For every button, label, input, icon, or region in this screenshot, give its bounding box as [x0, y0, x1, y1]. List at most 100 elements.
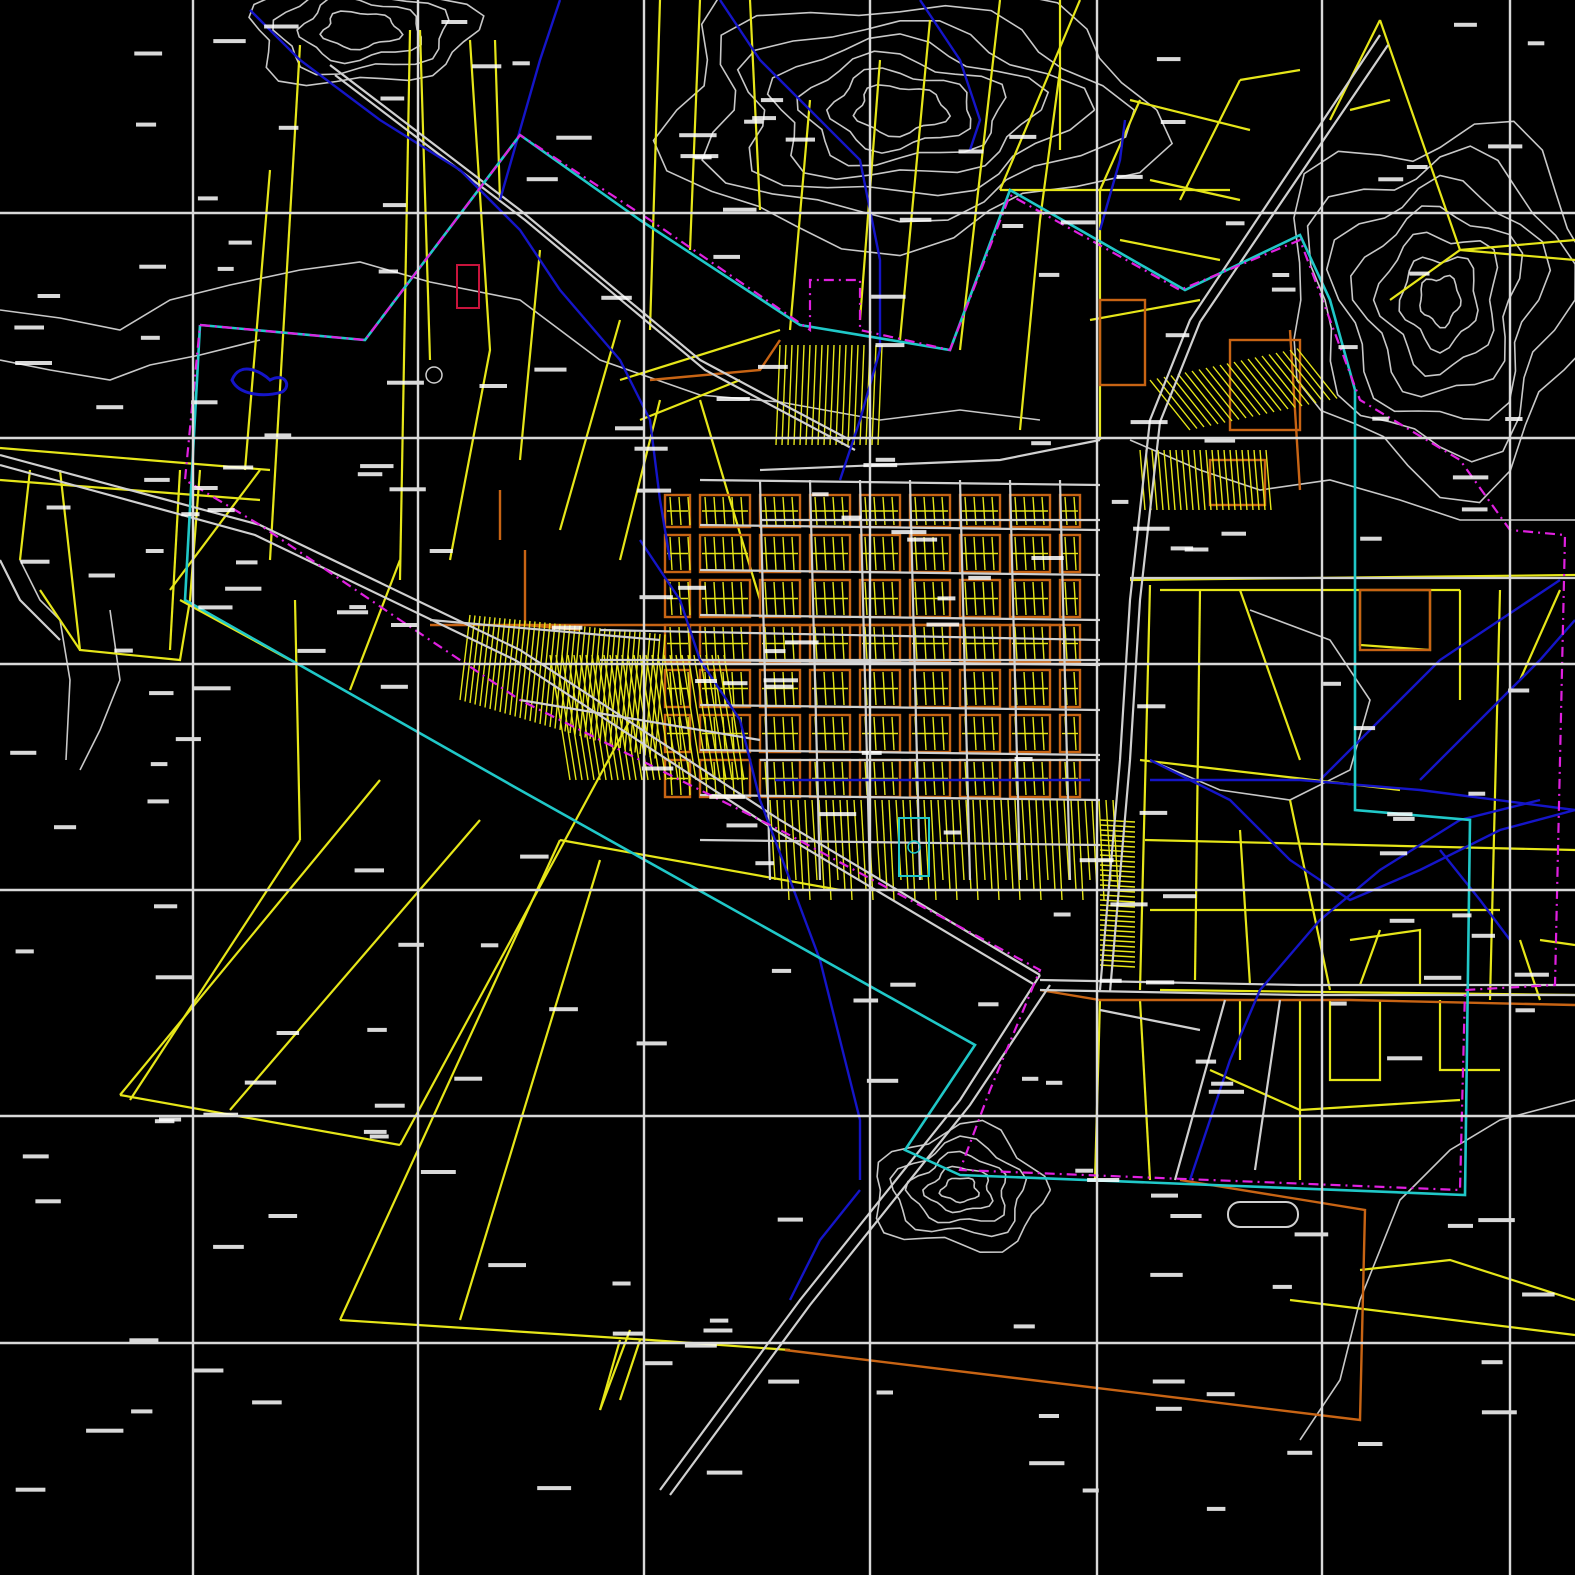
lot-line	[1247, 358, 1289, 410]
parcel-boundary	[898, 19, 932, 341]
parcel-label-mark	[1031, 556, 1064, 560]
parcel-label-mark	[978, 1002, 999, 1007]
lot-line	[711, 654, 733, 781]
parcel-label-mark	[1323, 681, 1341, 686]
lot-line	[1199, 449, 1206, 511]
parcel-label-mark	[549, 1007, 578, 1012]
lot-line	[539, 622, 551, 725]
contour-line	[1419, 274, 1462, 329]
lot-line	[561, 654, 583, 781]
lot-line	[1187, 449, 1194, 511]
lot-line	[847, 344, 853, 446]
parcel-label-mark	[644, 1361, 673, 1366]
lot-line	[1184, 372, 1226, 423]
lot-line	[1099, 829, 1136, 833]
parcel-label-mark	[758, 364, 788, 369]
parcel-label-mark	[1481, 1410, 1517, 1415]
lot-line	[793, 344, 799, 446]
parcel-label-mark	[1163, 894, 1196, 899]
parcel-label-mark	[812, 492, 829, 497]
parcel-boundary	[1238, 829, 1252, 986]
parcel-label-mark	[1160, 120, 1186, 124]
parcel-label-mark	[706, 1470, 743, 1475]
lot-line	[1226, 363, 1268, 414]
parcel-label-mark	[1505, 417, 1523, 421]
parcel-label-mark	[223, 465, 254, 470]
track-symbol	[1227, 1201, 1299, 1228]
parcel-label-mark	[1379, 851, 1408, 856]
parcel-label-mark	[228, 240, 252, 245]
parcel-label-mark	[154, 904, 178, 909]
parcel-label-mark	[1225, 221, 1245, 226]
parcel-label-mark	[357, 472, 383, 477]
parcel-label-mark	[1111, 499, 1129, 504]
parcel-label-mark	[1378, 177, 1404, 182]
parcel-label-mark	[968, 575, 991, 580]
parcel-label-mark	[1393, 816, 1415, 821]
parcel-boundary	[268, 44, 302, 561]
parcel-label-mark	[1137, 704, 1166, 709]
contour-line	[1359, 1099, 1575, 1301]
parcel-label-mark	[175, 737, 201, 742]
parcel-boundary	[1119, 238, 1221, 262]
lot-line	[799, 344, 805, 446]
parcel-label-mark	[378, 269, 398, 274]
parcel-label-mark	[1271, 287, 1296, 292]
parcel-label-mark	[1389, 918, 1415, 923]
parcel-label-mark	[155, 975, 194, 980]
parcel-label-mark	[367, 1027, 387, 1032]
cad-map-viewport[interactable]	[0, 0, 1575, 1575]
parcel-label-mark	[1195, 1059, 1217, 1064]
parcel-label-mark	[1272, 273, 1290, 277]
parcel-label-mark	[197, 196, 218, 201]
parcel-label-mark	[1204, 438, 1236, 443]
lot-line	[1099, 874, 1136, 878]
parcel-label-mark	[678, 585, 706, 590]
parcel-label-mark	[264, 24, 299, 29]
parcel-label-mark	[771, 968, 792, 973]
parcel-boundary	[168, 469, 182, 651]
lot-line	[1099, 864, 1136, 868]
parcel-label-mark	[139, 264, 166, 269]
parcel-label-mark	[723, 207, 757, 212]
lot-line	[1163, 449, 1170, 511]
parcel-label-mark	[760, 98, 784, 103]
parcel-label-mark	[140, 335, 160, 340]
parcel-boundary	[1378, 19, 1462, 251]
contour-line	[296, 0, 423, 65]
parcel-boundary	[399, 719, 631, 1146]
parcel-label-mark	[363, 1129, 387, 1134]
road-line	[659, 974, 1041, 1491]
block-street	[523, 550, 581, 632]
river-line	[1150, 778, 1575, 812]
parcel-label-mark	[551, 625, 583, 630]
lot-line	[853, 799, 860, 881]
lot-line	[871, 344, 877, 446]
parcel-label-mark	[1387, 1056, 1423, 1061]
lot-line	[1219, 364, 1261, 416]
parcel-boundary	[1138, 584, 1152, 991]
feature-symbols-layer	[230, 264, 1299, 1228]
parcel-boundary	[1018, 69, 1062, 431]
lot-line	[937, 799, 944, 881]
lot-line	[835, 344, 841, 446]
parcel-label-mark	[15, 949, 34, 954]
parcel-label-mark	[899, 217, 932, 222]
contour-line	[938, 1177, 980, 1204]
map-canvas[interactable]	[0, 0, 1575, 1575]
parcel-label-mark	[35, 1199, 61, 1204]
parcel-label-mark	[716, 397, 750, 401]
parcel-label-mark	[853, 998, 879, 1003]
parcel-label-mark	[213, 1244, 244, 1249]
parcel-label-mark	[765, 684, 794, 689]
contour-line	[1372, 231, 1499, 378]
lot-line	[823, 344, 829, 446]
parcel-label-mark	[819, 812, 857, 817]
parcel-label-mark	[191, 400, 218, 405]
parcel-label-mark	[723, 681, 748, 686]
parcel-label-mark	[615, 426, 644, 431]
parcel-label-mark	[213, 39, 246, 44]
parcel-label-mark	[785, 137, 815, 142]
parcel-label-mark	[1130, 420, 1168, 425]
parcel-boundary	[119, 779, 381, 1096]
